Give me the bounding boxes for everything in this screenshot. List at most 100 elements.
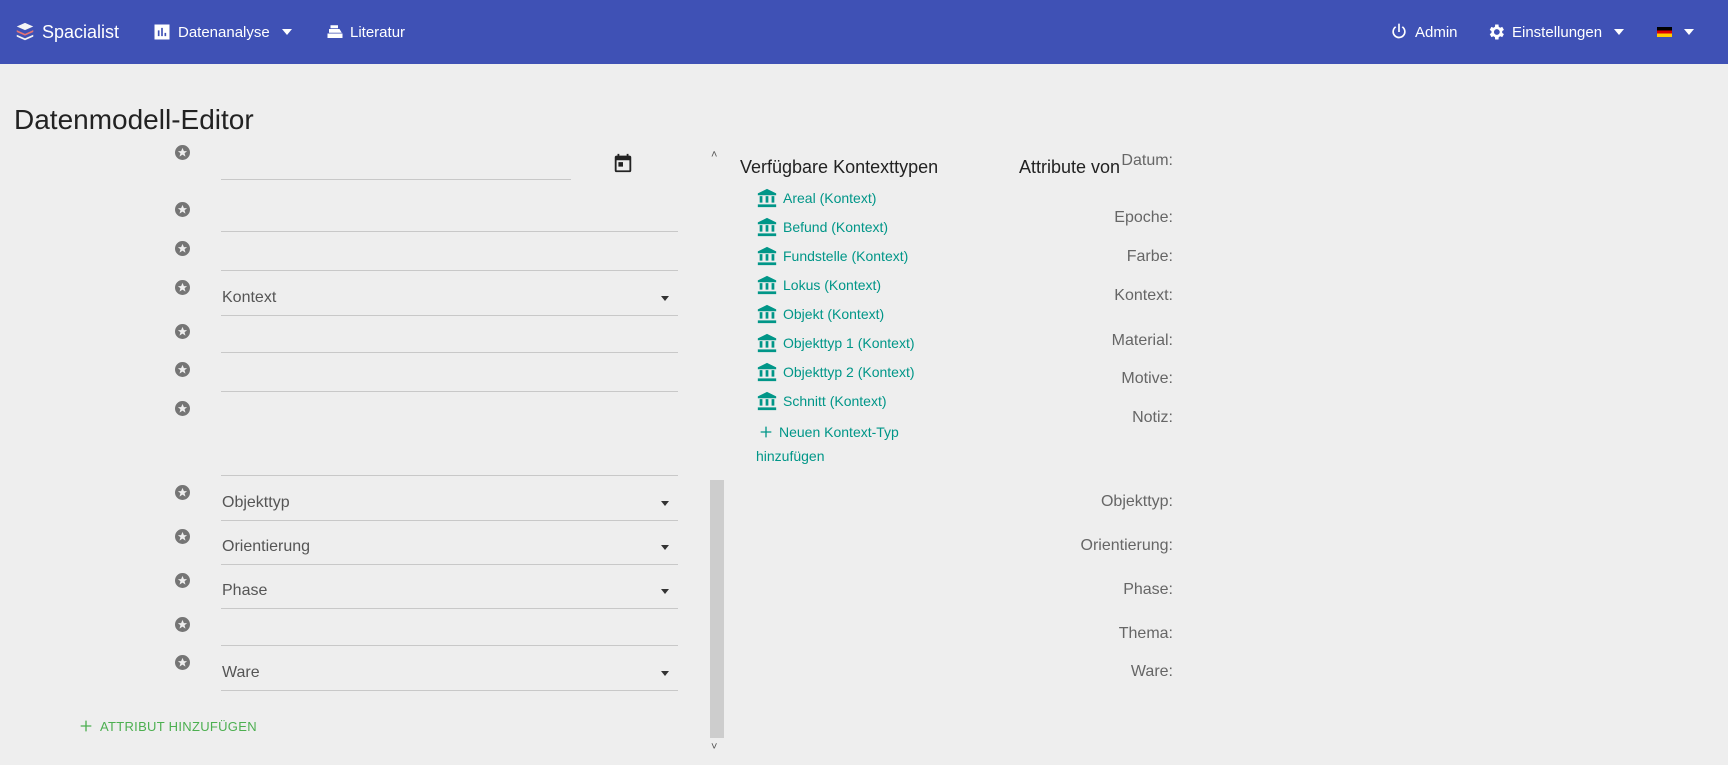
context-type-item[interactable]: Objekt (Kontext) [756, 303, 884, 325]
user-name: Admin [1415, 23, 1458, 41]
objekttyp-select[interactable] [221, 520, 678, 521]
epoche-input[interactable] [221, 231, 678, 232]
scroll-up-icon[interactable]: ˄ [711, 149, 717, 161]
context-type-label: Objekttyp 2 (Kontext) [783, 364, 915, 380]
notiz-textarea[interactable] [221, 475, 678, 476]
chevron-down-icon [281, 29, 292, 35]
motive-input[interactable] [221, 391, 678, 392]
books-icon [327, 25, 343, 38]
context-type-item[interactable]: Schnitt (Kontext) [756, 390, 887, 412]
top-navbar: Spacialist Datenanalyse Literatur Admin … [0, 0, 1728, 64]
kontext-select[interactable] [221, 315, 678, 316]
bank-icon [757, 362, 777, 382]
chevron-down-icon[interactable] [661, 589, 669, 594]
attribute-label-thema: Thema: [1118, 625, 1173, 642]
orientierung-select[interactable] [221, 564, 678, 565]
datum-input[interactable] [221, 179, 571, 180]
star-icon[interactable] [175, 655, 190, 670]
settings-label: Einstellungen [1512, 23, 1603, 41]
add-attribute-button[interactable]: ATTRIBUT HINZUFÜGEN [78, 718, 257, 734]
attribute-label-ware: Ware: [1130, 663, 1173, 680]
objekttyp-select-value[interactable]: Objekttyp [222, 494, 290, 512]
star-icon[interactable] [175, 401, 190, 416]
star-icon[interactable] [175, 145, 190, 160]
scrollbar-thumb[interactable] [710, 480, 724, 738]
bank-icon [757, 333, 777, 353]
bank-icon [757, 246, 777, 266]
star-icon[interactable] [175, 324, 190, 339]
thema-input[interactable] [221, 645, 678, 646]
orientierung-select-value[interactable]: Orientierung [222, 538, 310, 556]
german-flag-icon [1657, 27, 1672, 37]
context-type-label: Objekttyp 1 (Kontext) [783, 335, 915, 351]
add-context-type-label: Neuen Kontext-Typ hinzufügen [756, 424, 899, 464]
attribute-label-farbe: Farbe: [1126, 248, 1173, 265]
literature-link[interactable]: Literatur [325, 0, 405, 64]
add-context-type-link[interactable]: Neuen Kontext-Typ hinzufügen [756, 420, 926, 468]
context-type-item[interactable]: Objekttyp 1 (Kontext) [756, 332, 915, 354]
chevron-down-icon [1614, 29, 1625, 35]
context-type-label: Schnitt (Kontext) [783, 393, 887, 409]
chevron-down-icon[interactable] [661, 501, 669, 506]
star-icon[interactable] [175, 362, 190, 377]
attribute-label-orientierung: Orientierung: [1080, 537, 1174, 554]
phase-select[interactable] [221, 608, 678, 609]
attribute-label-kontext: Kontext: [1114, 287, 1173, 304]
settings-menu[interactable]: Einstellungen [1486, 0, 1625, 64]
bank-icon [757, 391, 777, 411]
user-menu[interactable]: Admin [1389, 0, 1458, 64]
star-icon[interactable] [175, 241, 190, 256]
data-analysis-menu[interactable]: Datenanalyse [152, 0, 292, 64]
ware-select[interactable] [221, 690, 678, 691]
chevron-down-icon[interactable] [661, 545, 669, 550]
context-types-title: Verfügbare Kontexttypen [740, 157, 939, 177]
brand-name: Spacialist [42, 21, 120, 42]
star-icon[interactable] [175, 280, 190, 295]
chevron-down-icon[interactable] [661, 296, 669, 301]
attribute-label-motive: Motive: [1121, 370, 1173, 387]
star-icon[interactable] [175, 529, 190, 544]
language-menu[interactable] [1657, 0, 1694, 64]
plus-icon [760, 426, 772, 438]
star-icon[interactable] [175, 485, 190, 500]
farbe-input[interactable] [221, 270, 678, 271]
context-type-label: Areal (Kontext) [783, 190, 877, 206]
bank-icon [757, 217, 777, 237]
plus-icon [80, 720, 92, 732]
star-icon[interactable] [175, 573, 190, 588]
attribute-label-phase: Phase: [1123, 581, 1173, 598]
material-input[interactable] [221, 352, 678, 353]
attribute-label-datum: Datum: [1121, 152, 1173, 169]
literature-label: Literatur [350, 23, 406, 41]
attribute-label-objekttyp: Objekttyp: [1100, 493, 1173, 510]
context-type-item[interactable]: Objekttyp 2 (Kontext) [756, 361, 915, 383]
context-type-item[interactable]: Fundstelle (Kontext) [756, 245, 908, 267]
calendar-icon[interactable] [612, 152, 634, 174]
brand-logo-icon [16, 22, 34, 41]
power-icon [1392, 23, 1406, 39]
scroll-down-icon[interactable]: ˅ [711, 741, 717, 753]
chevron-down-icon [1684, 29, 1694, 35]
context-type-label: Befund (Kontext) [783, 219, 889, 235]
add-attribute-label: ATTRIBUT HINZUFÜGEN [100, 718, 257, 734]
context-type-label: Fundstelle (Kontext) [783, 248, 909, 264]
star-icon[interactable] [175, 202, 190, 217]
attribute-label-notiz: Notiz: [1132, 409, 1173, 426]
attributes-of-title: Attribute von [1019, 157, 1121, 177]
attribute-label-epoche: Epoche: [1114, 209, 1173, 226]
star-icon[interactable] [175, 617, 190, 632]
context-type-label: Lokus (Kontext) [783, 277, 882, 293]
phase-select-value[interactable]: Phase [222, 582, 267, 600]
chevron-down-icon[interactable] [661, 671, 669, 676]
brand-link[interactable]: Spacialist [14, 0, 119, 64]
attribute-label-material: Material: [1111, 332, 1173, 349]
context-type-item[interactable]: Areal (Kontext) [756, 187, 876, 209]
kontext-select-value[interactable]: Kontext [222, 289, 276, 307]
bank-icon [757, 275, 777, 295]
context-type-item[interactable]: Befund (Kontext) [756, 216, 888, 238]
ware-select-value[interactable]: Ware [222, 664, 260, 682]
page-title: Datenmodell-Editor [14, 104, 254, 135]
context-type-label: Objekt (Kontext) [783, 306, 885, 322]
bank-icon [757, 304, 777, 324]
context-type-item[interactable]: Lokus (Kontext) [756, 274, 881, 296]
